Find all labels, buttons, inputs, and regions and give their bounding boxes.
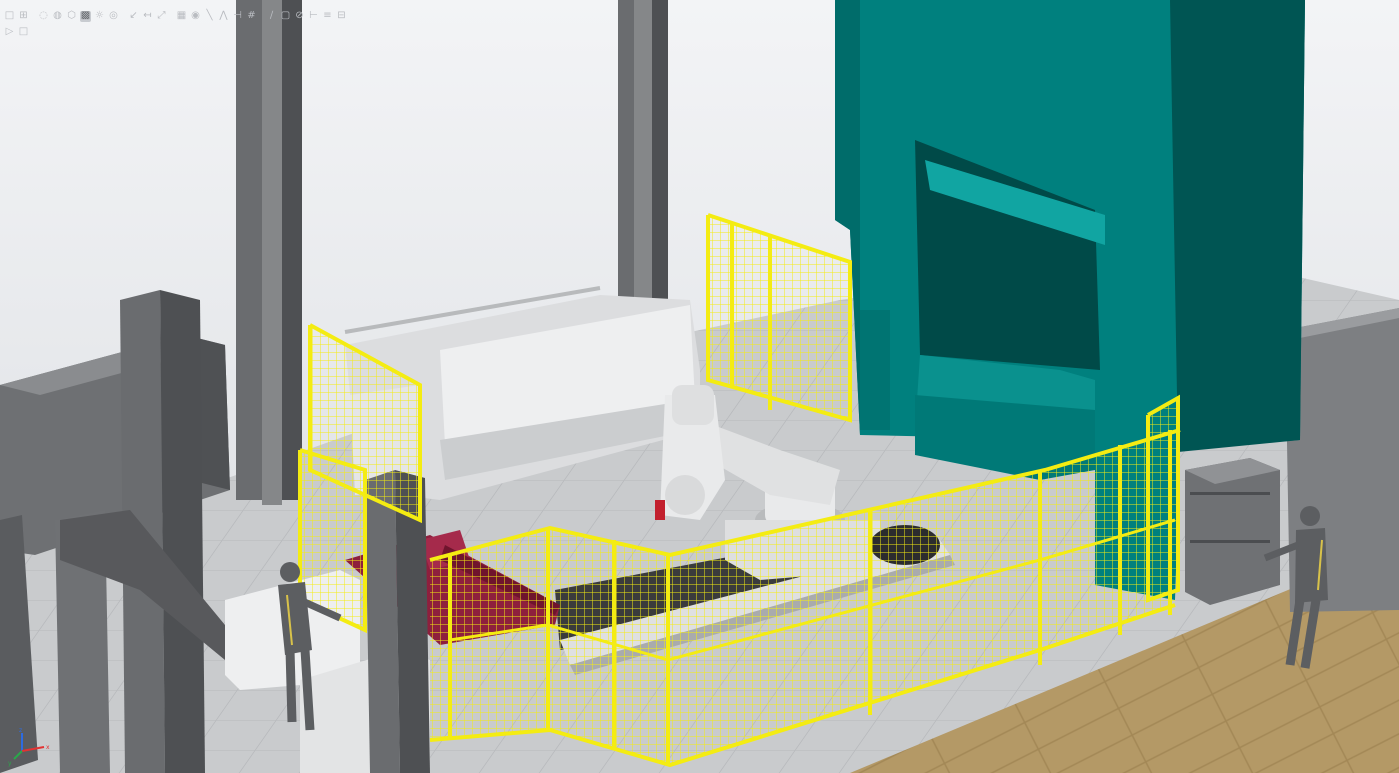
axis-triad: z x y xyxy=(8,727,50,767)
axis-x-line xyxy=(21,746,45,752)
measure-angle-icon[interactable]: ⤢ xyxy=(156,11,167,22)
no-entry-icon[interactable]: ⊘ xyxy=(294,11,305,22)
control-cabinet-right xyxy=(1185,458,1280,605)
axis-y-line xyxy=(13,750,23,760)
stop-icon[interactable]: □ xyxy=(18,27,29,38)
toolbar-row-secondary: ▷ □ xyxy=(4,25,32,39)
snap-midpoint-icon[interactable]: ⋀ xyxy=(218,11,229,22)
view-all-icon[interactable]: □ xyxy=(4,11,15,22)
bolt-icon[interactable]: ⊟ xyxy=(336,11,347,22)
view-selected-icon[interactable]: ⊞ xyxy=(18,11,29,22)
frame-tool-icon[interactable]: ▢ xyxy=(280,11,291,22)
play-icon[interactable]: ▷ xyxy=(4,27,15,38)
lighting-icon[interactable]: ☼ xyxy=(94,11,105,22)
render-mode-icon[interactable]: ▩ xyxy=(80,10,91,22)
grid-icon[interactable]: ▦ xyxy=(176,11,187,22)
axis-y-label: y xyxy=(8,760,12,767)
snap-end-icon[interactable]: ⊣ xyxy=(232,11,243,22)
shaded-icon[interactable]: ◍ xyxy=(52,11,63,22)
snap-center-icon[interactable]: ◉ xyxy=(190,11,201,22)
axis-x-label: x xyxy=(46,744,50,751)
axis-z-label: z xyxy=(19,727,22,734)
wireframe-icon[interactable]: ◌ xyxy=(38,11,49,22)
column-back-center xyxy=(618,0,668,335)
viewport-toolbar: □ ⊞ ◌ ◍ ⬡ ▩ ☼ ◎ ↙ ↤ ⤢ ▦ ◉ ╲ ⋀ ⊣ # ∕ ▢ ⊘ ⊢ ≡ ⊟ ▷ □ xyxy=(4,6,424,40)
snap-grid-icon[interactable]: # xyxy=(246,11,257,22)
measure-distance-icon[interactable]: ↤ xyxy=(142,11,153,22)
column-back-left xyxy=(236,0,302,505)
shaded-edges-icon[interactable]: ⬡ xyxy=(66,11,77,22)
3d-viewport[interactable] xyxy=(0,0,1399,773)
measure-point-icon[interactable]: ↙ xyxy=(128,11,139,22)
safety-fence-gate xyxy=(1146,394,1180,603)
toolbar-row-primary: □ ⊞ ◌ ◍ ⬡ ▩ ☼ ◎ ↙ ↤ ⤢ ▦ ◉ ╲ ⋀ ⊣ # ∕ ▢ ⊘ ⊢ ≡ ⊟ xyxy=(4,9,350,23)
snap-edge-icon[interactable]: ╲ xyxy=(204,11,215,22)
line-tool-icon[interactable]: ∕ xyxy=(266,11,277,22)
material-icon[interactable]: ◎ xyxy=(108,11,119,22)
target-icon[interactable]: ⊢ xyxy=(308,11,319,22)
pin-icon[interactable]: ≡ xyxy=(322,11,333,22)
